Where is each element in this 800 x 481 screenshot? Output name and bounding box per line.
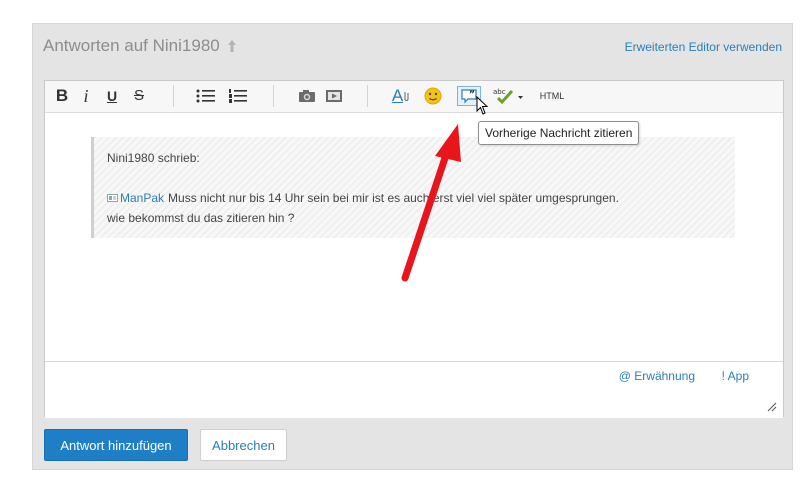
video-icon	[326, 90, 342, 102]
editor-toolbar: B i U S A ” abc HTML	[45, 81, 783, 113]
emoji-button[interactable]	[423, 86, 443, 106]
underline-button[interactable]: U	[104, 86, 120, 106]
annotation-arrow-icon	[401, 124, 461, 282]
spellcheck-icon: abc	[493, 88, 523, 105]
submit-reply-button[interactable]: Antwort hinzufügen	[44, 429, 188, 461]
toolbar-separator	[367, 85, 368, 107]
numbered-list-icon	[229, 89, 247, 103]
bold-icon: B	[55, 86, 69, 105]
cancel-button[interactable]: Abbrechen	[200, 429, 287, 461]
mentioned-user-link[interactable]: ManPak	[120, 191, 164, 205]
reply-title: Antworten auf Nini1980	[43, 36, 238, 56]
underline-icon: U	[106, 88, 118, 104]
app-button[interactable]: ! App	[722, 369, 749, 383]
mention-button[interactable]: @ Erwähnung	[619, 369, 695, 383]
svg-text:”: ”	[469, 90, 475, 100]
quote-text: Muss nicht nur bis 14 Uhr sein bei mir i…	[168, 191, 619, 205]
quote-line: wie bekommst du das zitieren hin ?	[107, 211, 295, 225]
html-label: HTML	[539, 91, 565, 101]
video-button[interactable]	[324, 86, 344, 106]
reply-title-text: Antworten auf Nini1980	[43, 36, 220, 55]
attachment-icon	[404, 92, 409, 101]
strikethrough-button[interactable]: S	[131, 86, 147, 106]
italic-icon: i	[83, 86, 89, 106]
bullet-list-button[interactable]	[195, 86, 217, 106]
smiley-icon	[424, 87, 442, 105]
bold-button[interactable]: B	[53, 86, 71, 106]
italic-button[interactable]: i	[78, 86, 94, 106]
html-button[interactable]: HTML	[537, 86, 567, 106]
resize-handle-icon[interactable]	[767, 402, 777, 412]
strikethrough-icon: S	[133, 87, 144, 104]
toolbar-separator	[273, 85, 274, 107]
pin-icon[interactable]	[226, 39, 238, 53]
spellcheck-label: abc	[493, 88, 506, 96]
toolbar-separator	[173, 85, 174, 107]
bullet-list-icon	[196, 89, 215, 103]
advanced-editor-link[interactable]: Erweiterten Editor verwenden	[625, 40, 782, 54]
editor-footer: @ Erwähnung ! App	[45, 361, 783, 418]
numbered-list-button[interactable]	[227, 86, 249, 106]
font-color-button[interactable]: A	[389, 86, 413, 106]
user-card-icon	[107, 194, 118, 202]
mouse-cursor-icon	[476, 96, 489, 115]
quote-tooltip: Vorherige Nachricht zitieren	[478, 121, 640, 145]
image-button[interactable]	[297, 86, 317, 106]
quote-line: ManPak Muss nicht nur bis 14 Uhr sein be…	[107, 191, 619, 205]
camera-icon	[299, 90, 315, 102]
quote-author: Nini1980 schrieb:	[107, 151, 200, 165]
spellcheck-button[interactable]: abc	[491, 86, 527, 106]
font-color-icon: A	[391, 86, 404, 105]
